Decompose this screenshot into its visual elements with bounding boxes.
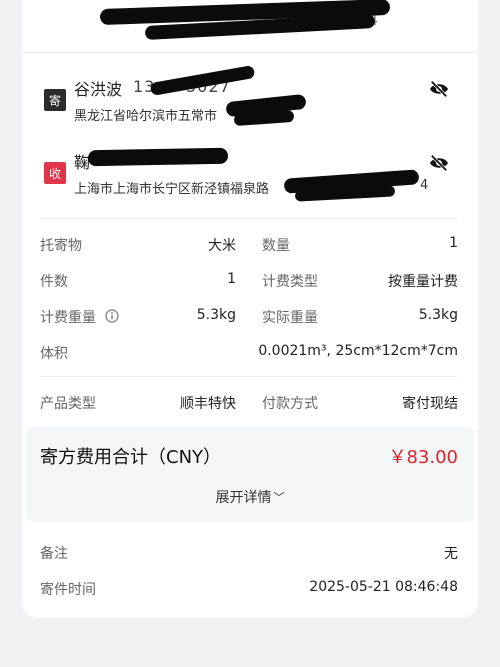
goods-value: 大米 <box>208 238 236 254</box>
product-type-label: 产品类型 <box>40 396 96 412</box>
total-fee-value: ￥83.00 <box>388 447 458 468</box>
remark-value: 无 <box>444 546 458 562</box>
info-icon[interactable] <box>105 309 119 323</box>
billing-weight-value: 5.3kg <box>196 307 236 323</box>
volume-value: 0.0021m³, 25cm*12cm*7cm <box>258 343 458 359</box>
product-type-value: 顺丰特快 <box>180 396 236 412</box>
qty-value: 1 <box>449 235 458 251</box>
billing-type-label: 计费类型 <box>262 274 318 290</box>
payment-method-value: 寄付现结 <box>402 396 458 412</box>
actual-weight-value: 5.3kg <box>418 307 458 323</box>
divider <box>40 376 458 377</box>
eye-hidden-icon[interactable] <box>428 154 450 172</box>
receiver-address: 上海市上海市长宁区新泾镇福泉路 <box>74 182 270 197</box>
redaction-mark <box>87 147 229 167</box>
billing-weight-label: 计费重量 <box>40 310 96 326</box>
total-fee-label: 寄方费用合计（CNY） <box>40 447 222 468</box>
send-time-label: 寄件时间 <box>40 582 96 598</box>
pieces-value: 1 <box>227 271 236 287</box>
eye-hidden-icon[interactable] <box>428 80 450 98</box>
sender-address: 黑龙江省哈尔滨市五常市 <box>74 109 218 124</box>
fee-summary-box <box>26 427 474 522</box>
payment-method-label: 付款方式 <box>262 396 318 412</box>
receiver-badge: 收 <box>44 162 66 184</box>
billing-type-value: 按重量计费 <box>388 274 458 290</box>
expand-details-label: 展开详情 <box>215 490 272 506</box>
qty-label: 数量 <box>262 238 290 254</box>
chevron-down-icon: ﹀ <box>273 491 285 504</box>
sender-badge: 寄 <box>44 89 66 111</box>
pieces-label: 件数 <box>40 274 68 290</box>
expand-details-button[interactable]: 展开详情 ﹀ <box>0 487 500 507</box>
actual-weight-label: 实际重量 <box>262 310 318 326</box>
remark-label: 备注 <box>40 546 68 562</box>
receiver-address-end: 4 <box>420 178 429 193</box>
sender-name: 谷洪波 <box>74 80 123 99</box>
divider <box>40 218 458 219</box>
volume-label: 体积 <box>40 346 68 362</box>
send-time-value: 2025-05-21 08:46:48 <box>309 579 458 595</box>
goods-label: 托寄物 <box>40 238 82 254</box>
divider <box>22 52 478 53</box>
